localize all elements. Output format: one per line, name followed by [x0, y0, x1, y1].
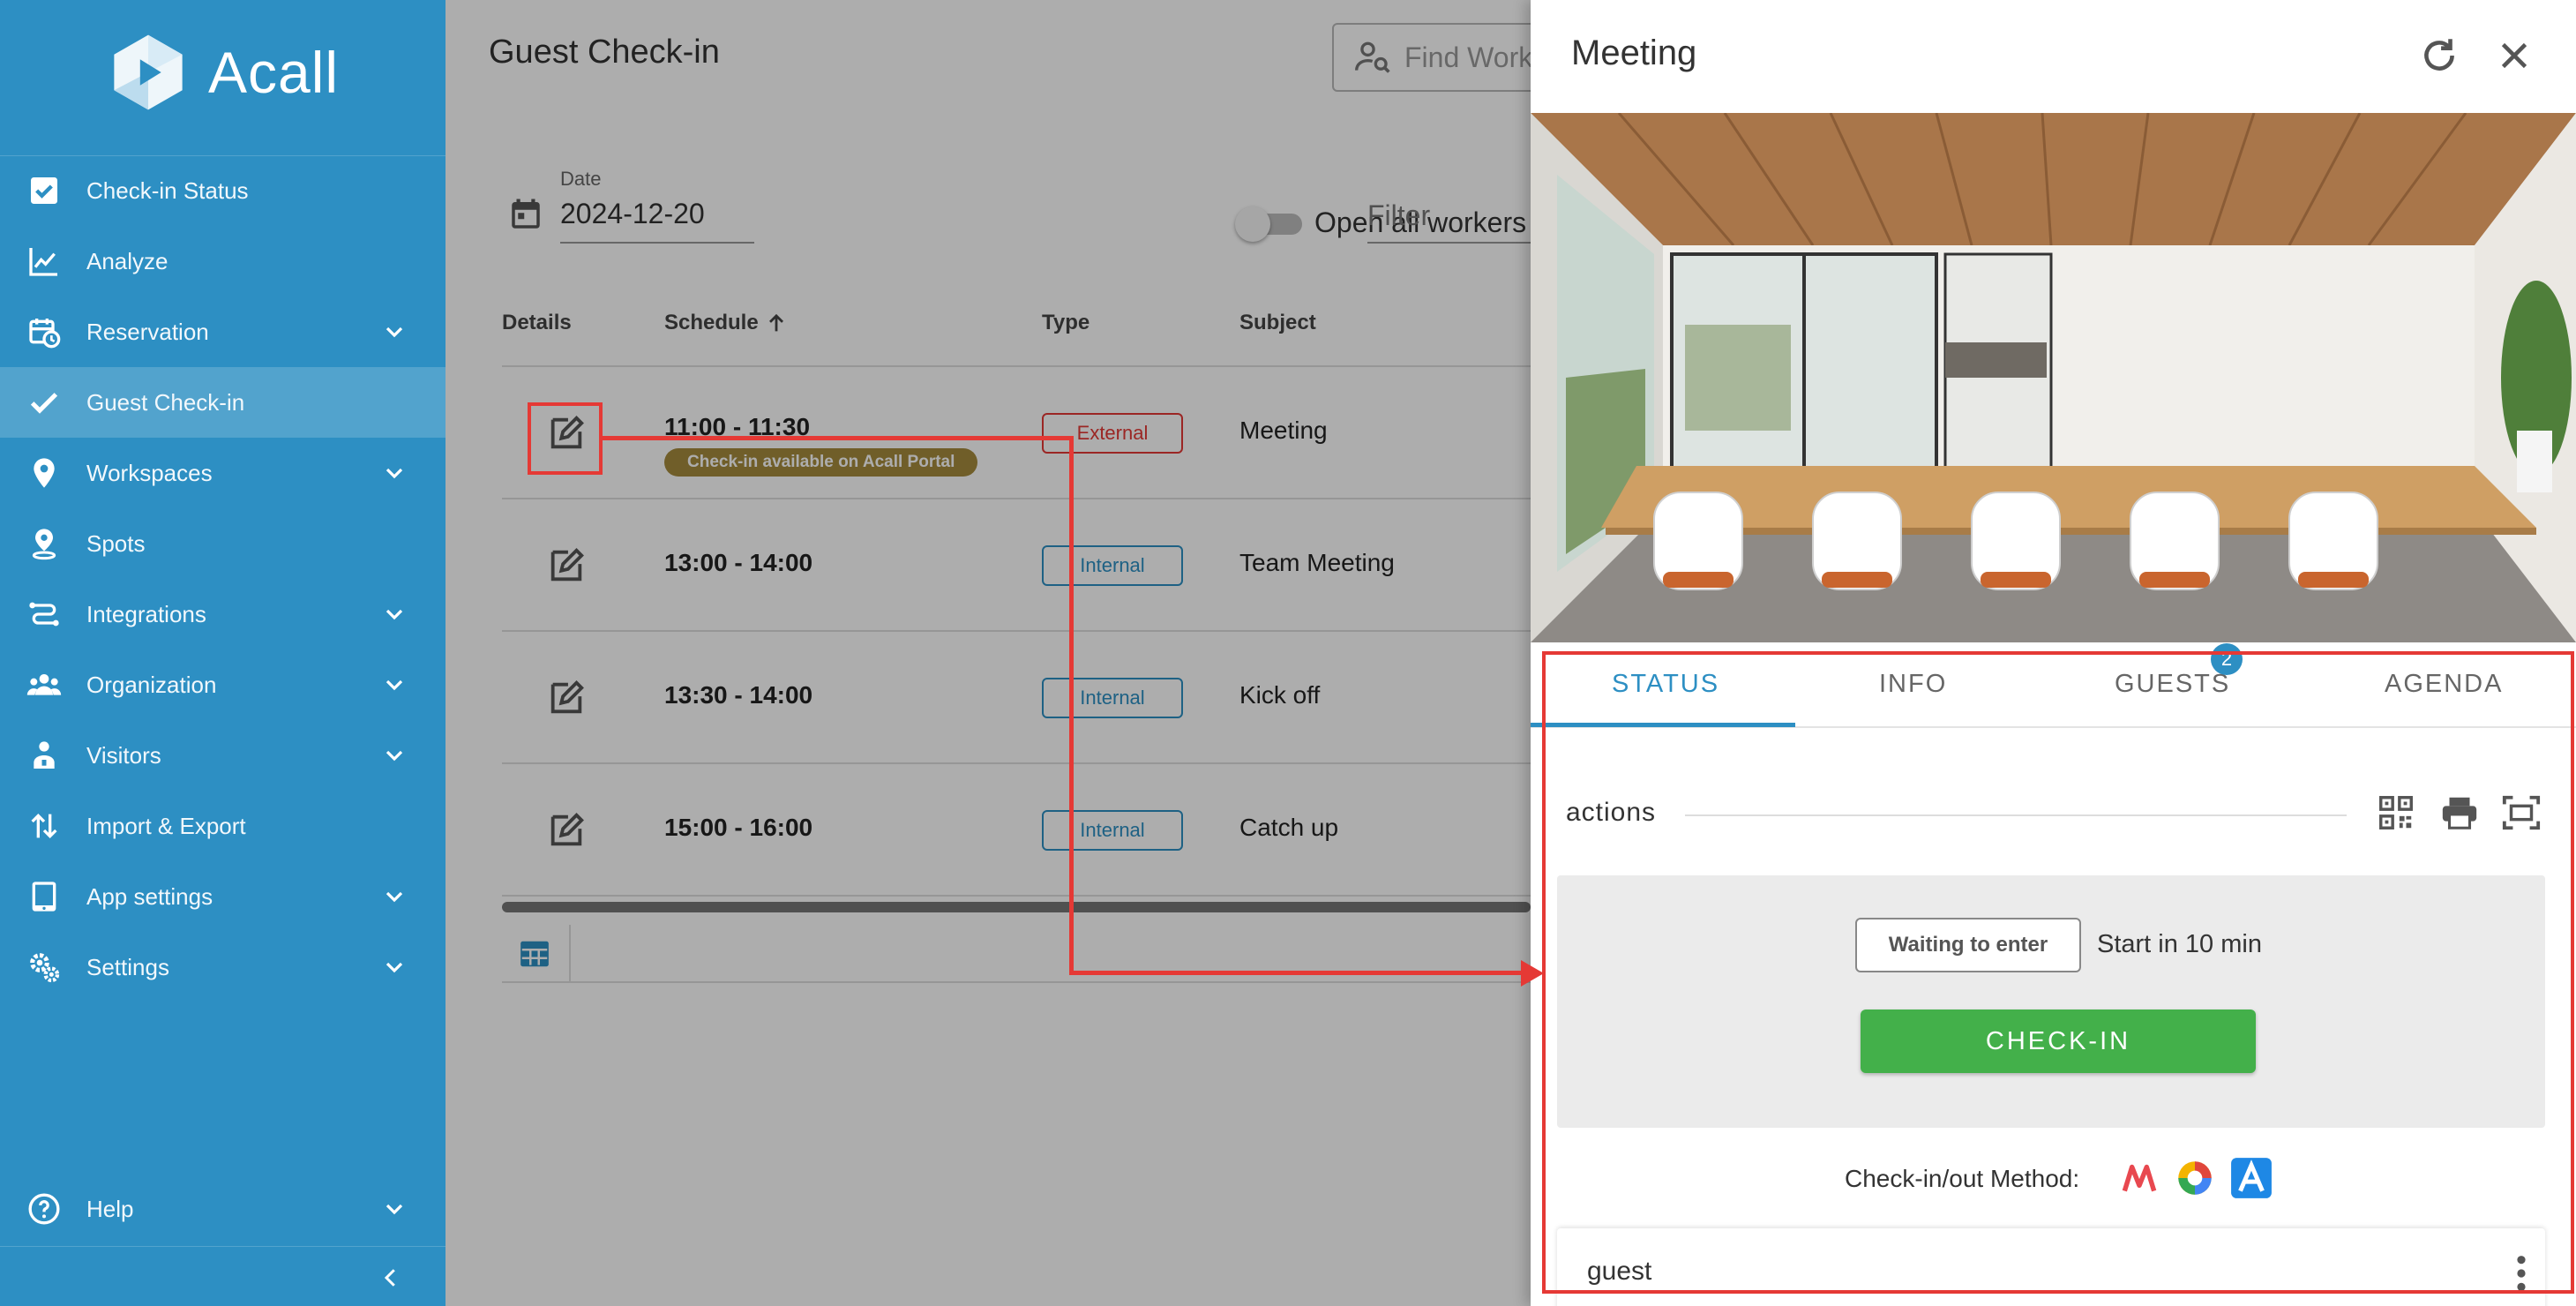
sidebar-item-label: Organization	[86, 671, 217, 698]
sidebar: Acall Check-in Status Analyze Reservatio…	[0, 0, 446, 1306]
close-button[interactable]	[2492, 34, 2536, 78]
sidebar-nav: Check-in Status Analyze Reservation Gues…	[0, 155, 446, 1002]
edit-icon-highlight	[528, 402, 603, 475]
drawer-title: Meeting	[1571, 34, 1697, 72]
integration-icon	[26, 597, 62, 632]
sidebar-item-check-in-status[interactable]: Check-in Status	[0, 155, 446, 226]
sidebar-item-label: Import & Export	[86, 812, 246, 839]
acall-logo-icon	[114, 34, 183, 110]
sidebar-item-label: Visitors	[86, 741, 161, 769]
check-square-icon	[26, 173, 62, 208]
people-icon	[26, 667, 62, 702]
checkmark-icon	[26, 385, 62, 420]
chevron-down-icon	[386, 962, 403, 973]
sidebar-item-guest-check-in[interactable]: Guest Check-in	[0, 367, 446, 438]
sidebar-item-app-settings[interactable]: App settings	[0, 861, 446, 932]
map-pin-icon	[26, 455, 62, 491]
refresh-button[interactable]	[2417, 34, 2461, 78]
sidebar-item-label: Spots	[86, 529, 146, 557]
annotation-line	[1069, 971, 1526, 975]
sidebar-item-settings[interactable]: Settings	[0, 932, 446, 1002]
sidebar-item-spots[interactable]: Spots	[0, 508, 446, 579]
gear-icon	[26, 949, 62, 985]
sidebar-item-visitors[interactable]: Visitors	[0, 720, 446, 791]
chevron-down-icon	[386, 326, 403, 338]
meeting-room-photo	[1531, 113, 2576, 642]
help-circle-icon	[26, 1191, 62, 1227]
visitor-icon	[26, 738, 62, 773]
annotation-arrowhead	[1521, 960, 1544, 987]
line-chart-icon	[26, 244, 62, 279]
import-export-icon	[26, 808, 62, 844]
annotation-line	[603, 436, 1072, 440]
calendar-clock-icon	[26, 314, 62, 349]
sidebar-item-label: Reservation	[86, 318, 209, 345]
sidebar-item-label: Integrations	[86, 600, 206, 627]
sidebar-item-label: Analyze	[86, 247, 168, 274]
person-pin-icon	[26, 526, 62, 561]
chevron-down-icon	[386, 609, 403, 620]
sidebar-item-label: Workspaces	[86, 459, 213, 486]
app-logo[interactable]: Acall	[108, 32, 339, 113]
chevron-down-icon	[386, 468, 403, 479]
sidebar-item-label: Guest Check-in	[86, 388, 245, 416]
sidebar-item-analyze[interactable]: Analyze	[0, 226, 446, 296]
chevron-left-icon	[384, 1269, 395, 1287]
close-icon	[2501, 42, 2527, 69]
sidebar-item-integrations[interactable]: Integrations	[0, 579, 446, 649]
tablet-icon	[26, 879, 62, 914]
sidebar-collapse-button[interactable]	[0, 1246, 446, 1306]
sidebar-item-label: Help	[86, 1195, 134, 1222]
chevron-down-icon	[386, 891, 403, 903]
annotation-line	[1069, 436, 1074, 975]
sidebar-item-label: App settings	[86, 882, 213, 910]
chevron-down-icon	[386, 1204, 403, 1215]
app-name: Acall	[208, 40, 340, 105]
sidebar-item-label: Check-in Status	[86, 176, 249, 204]
sidebar-item-help[interactable]: Help	[0, 1174, 446, 1244]
modal-backdrop[interactable]	[446, 0, 1531, 1306]
refresh-icon	[2424, 39, 2454, 71]
sidebar-item-label: Settings	[86, 953, 169, 980]
chevron-down-icon	[386, 679, 403, 691]
sidebar-item-reservation[interactable]: Reservation	[0, 296, 446, 367]
chevron-down-icon	[386, 750, 403, 762]
sidebar-item-import-export[interactable]: Import & Export	[0, 791, 446, 861]
sidebar-item-organization[interactable]: Organization	[0, 649, 446, 720]
sidebar-item-workspaces[interactable]: Workspaces	[0, 438, 446, 508]
panel-highlight	[1542, 651, 2574, 1294]
